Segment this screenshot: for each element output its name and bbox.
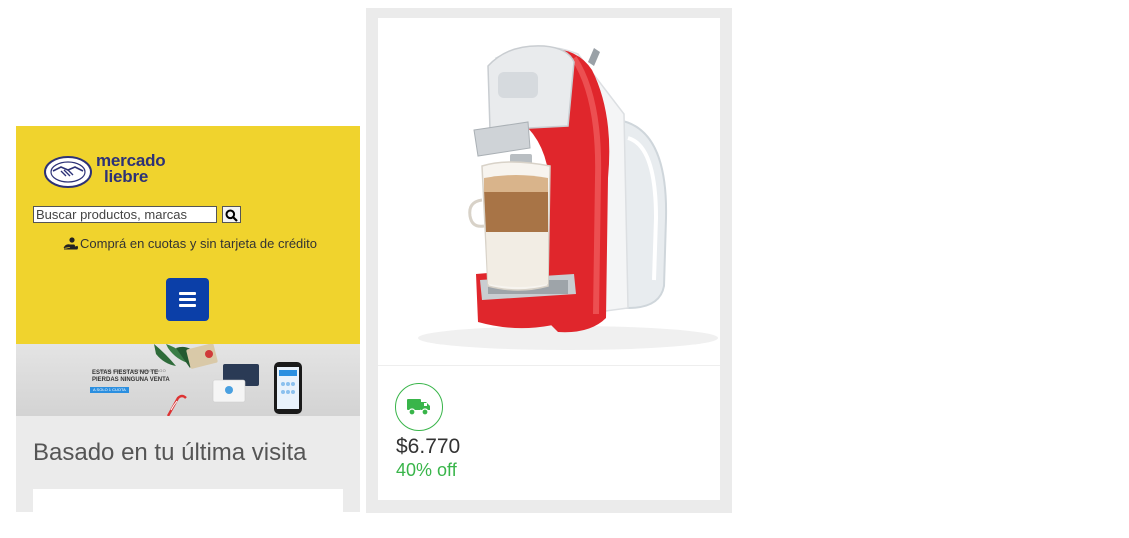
hamburger-menu-icon (179, 292, 196, 295)
product-card[interactable]: $6.770 40% off (378, 18, 720, 500)
banner-title-line1: ESTAS FIESTAS NO TE (92, 370, 159, 376)
product-image[interactable] (378, 18, 720, 365)
banner-tag: A SOLO 1 CUOTA (90, 387, 129, 393)
section-title: Basado en tu última visita (33, 439, 307, 466)
search-button[interactable] (222, 206, 241, 223)
truck-icon (407, 399, 430, 416)
recommendation-card[interactable] (33, 489, 343, 512)
installments-text: Comprá en cuotas y sin tarjeta de crédit… (80, 235, 318, 251)
product-panel: $6.770 40% off (366, 8, 732, 513)
mercado-libre-logo[interactable]: mercado liebre (44, 152, 184, 192)
search-icon (225, 209, 238, 222)
logo-wordmark: mercado liebre (96, 152, 166, 186)
card-divider (378, 365, 720, 366)
product-discount: 40% off (396, 460, 457, 480)
product-price: $6.770 (396, 435, 461, 458)
mobile-page: mercado liebre Comprá en cuotas y sin ta… (16, 126, 360, 512)
menu-button[interactable] (166, 278, 209, 321)
banner-title: ESTAS FIESTAS NO TE PIERDAS NINGUNA VENT… (92, 370, 212, 384)
logo-line2: liebre (104, 167, 149, 186)
hand-coin-icon (63, 237, 78, 250)
banner-title-line2: PIERDAS NINGUNA VENTA (92, 377, 170, 383)
free-shipping-badge (395, 383, 443, 431)
site-header: mercado liebre Comprá en cuotas y sin ta… (16, 126, 360, 344)
handshake-logo-icon (44, 156, 92, 188)
search-input[interactable] (33, 206, 217, 223)
promo-banner[interactable]: PAGÁ CON TU MERCADO PAGO ESTAS FIESTAS N… (16, 344, 360, 416)
installments-promo[interactable]: Comprá en cuotas y sin tarjeta de crédit… (63, 234, 317, 252)
